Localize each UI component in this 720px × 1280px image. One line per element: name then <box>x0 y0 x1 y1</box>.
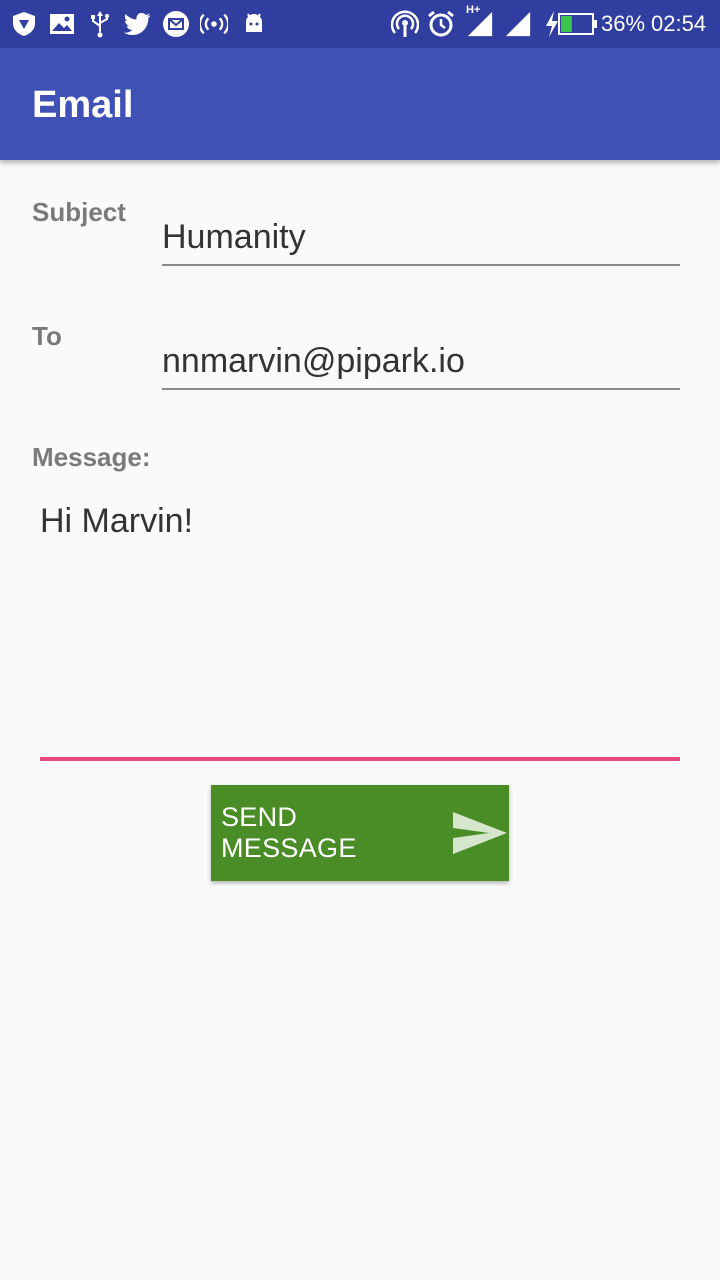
email-notification-icon <box>162 10 190 38</box>
hotspot-icon <box>200 10 228 38</box>
network-type-label: H+ <box>466 4 481 16</box>
message-underline <box>40 757 680 761</box>
to-input[interactable]: nnmarvin@pipark.io <box>162 342 465 381</box>
message-input[interactable]: Hi Marvin! <box>40 502 193 541</box>
to-underline <box>162 388 680 390</box>
signal-icon <box>504 10 532 38</box>
status-time: 02:54 <box>651 11 707 36</box>
page-title: Email <box>32 84 134 126</box>
subject-input[interactable]: Humanity <box>162 218 306 257</box>
android-icon <box>240 10 268 38</box>
usb-icon <box>86 10 114 38</box>
alarm-icon <box>427 10 455 38</box>
battery-icon <box>558 10 598 38</box>
twitter-icon <box>124 10 152 38</box>
message-label: Message: <box>32 442 151 472</box>
send-button-label: SEND MESSAGE <box>221 802 357 863</box>
vpn-shield-icon <box>10 10 38 38</box>
send-message-button[interactable]: SEND MESSAGE <box>211 785 509 881</box>
wireless-tether-icon <box>391 10 419 38</box>
image-icon <box>48 10 76 38</box>
status-bar: H+ 36% 02:54 <box>0 0 720 48</box>
subject-underline <box>162 264 680 266</box>
app-bar: Email <box>0 48 720 160</box>
battery-percent: 36% <box>601 11 646 36</box>
subject-label: Subject <box>32 197 126 227</box>
to-label: To <box>32 321 62 351</box>
send-icon <box>451 810 509 856</box>
